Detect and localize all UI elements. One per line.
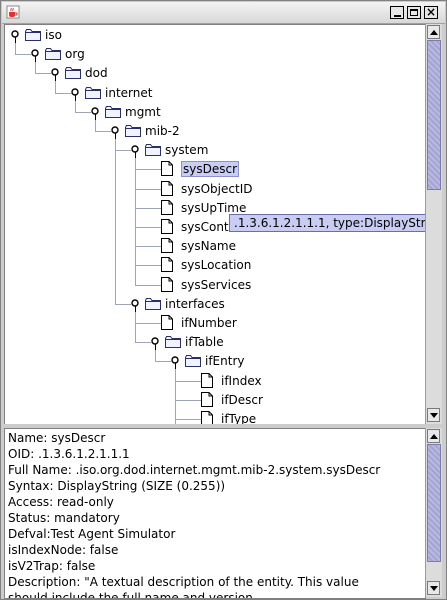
tree-node[interactable]: dod [5, 64, 423, 82]
maximize-button[interactable] [407, 6, 421, 19]
handle-stem [135, 152, 136, 159]
detail-line: Name: sysDescr [8, 431, 106, 445]
scroll-up-button[interactable] [427, 429, 440, 443]
document-icon [161, 199, 173, 215]
detail-line: Defval:Test Agent Simulator [8, 527, 176, 541]
detail-line: Description: "A textual description of t… [8, 575, 359, 589]
tree-node[interactable]: sysObjectID [5, 180, 423, 198]
tree-node-label: interfaces [165, 296, 225, 311]
detail-line: Status: mandatory [8, 511, 120, 525]
details-pane[interactable]: Name: sysDescr OID: .1.3.6.1.2.1.1.1 Full … [4, 428, 426, 599]
handle-stem [175, 363, 176, 370]
folder-icon [125, 125, 141, 137]
tree-node[interactable]: sysName [5, 237, 423, 255]
detail-line: OID: .1.3.6.1.2.1.1.1 [8, 447, 130, 461]
handle-stem [35, 56, 36, 63]
folder-icon [185, 355, 201, 368]
mib-tree[interactable]: iso org dod internet mgmt mib-2 system sysDescr… [4, 24, 426, 426]
handle-stem [155, 344, 156, 351]
tree-node[interactable]: mgmt [5, 103, 423, 121]
tree-node-label: sysObjectID [181, 181, 253, 196]
tree-node-label: sysLocation [181, 258, 252, 273]
tree-node[interactable]: org [5, 45, 423, 63]
folder-icon [45, 48, 61, 61]
detail-line: should include the full name and version [8, 591, 253, 599]
tree-node-label: sysName [181, 239, 237, 254]
folder-icon [85, 86, 101, 99]
minimize-button[interactable] [390, 6, 404, 19]
tree-node-label: internet [105, 85, 153, 100]
folder-icon [145, 297, 161, 310]
handle-stem [75, 94, 76, 101]
tree-node[interactable]: sysLocation [5, 256, 423, 274]
handle-stem [115, 133, 116, 139]
tree-node-label: sysUpTime [181, 200, 247, 215]
document-icon [201, 391, 213, 407]
oid-tooltip: .1.3.6.1.2.1.1.1, type:DisplayString [229, 214, 425, 232]
folder-icon [145, 144, 161, 157]
tree-node-label: ifEntry [205, 354, 245, 369]
detail-line: Access: read-only [8, 495, 114, 509]
handle-stem [15, 37, 16, 43]
tree-node-label: mgmt [125, 104, 161, 119]
scroll-down-button[interactable] [427, 408, 440, 422]
tree-node[interactable]: ifIndex [5, 372, 423, 390]
handle-stem [135, 305, 136, 312]
detail-line: Syntax: DisplayString (SIZE (0.255)) [8, 479, 226, 493]
tree-node[interactable]: mib-2 [5, 122, 423, 140]
tree-node-label: ifTable [185, 335, 224, 350]
folder-icon [105, 105, 121, 118]
detail-line: isV2Trap: false [8, 559, 96, 573]
tree-node-label: org [65, 47, 85, 62]
detail-line: isIndexNode: false [8, 543, 119, 557]
tree-node[interactable]: internet [5, 84, 423, 102]
document-icon [161, 219, 173, 234]
app-window: × iso org dod internet mgmt mib-2 system sysDes… [0, 0, 447, 600]
tree-node-label: mib-2 [145, 124, 180, 138]
folder-icon [25, 29, 41, 41]
java-cup-icon [6, 5, 20, 19]
title-bar[interactable]: × [2, 2, 445, 24]
folder-icon [65, 67, 81, 80]
document-icon [161, 276, 173, 292]
close-icon: × [425, 5, 437, 19]
tree-node[interactable]: interfaces [5, 295, 423, 313]
tree-node-label: ifNumber [181, 316, 237, 330]
tree-node-label: sysServices [181, 277, 252, 292]
tree-node-label: ifDescr [221, 392, 263, 407]
scroll-down-button[interactable] [427, 581, 440, 595]
detail-line: Full Name: .iso.org.dod.internet.mgmt.mi… [8, 463, 381, 477]
tree-node-label: ifIndex [221, 373, 262, 388]
scroll-thumb[interactable] [427, 444, 441, 562]
scroll-thumb[interactable] [427, 40, 441, 190]
handle-stem [95, 113, 96, 120]
tree-node[interactable]: system [5, 141, 423, 159]
handle-stem [55, 75, 56, 82]
tree-scrollbar[interactable] [425, 24, 442, 424]
tree-node-label: iso [45, 28, 62, 42]
tree-node[interactable]: ifEntry [5, 352, 423, 370]
tree-node-label: system [165, 143, 209, 158]
tree-node-label: dod [85, 66, 108, 81]
tree-node[interactable]: ifTable [5, 333, 423, 351]
tree-node[interactable]: iso [5, 26, 423, 44]
document-icon [161, 238, 173, 254]
tree-node[interactable]: ifNumber [5, 314, 423, 332]
folder-icon [165, 336, 181, 349]
tree-node[interactable]: sysServices [5, 276, 423, 294]
close-button[interactable]: × [424, 5, 438, 19]
tree-node[interactable]: ifDescr [5, 391, 423, 409]
document-icon [161, 161, 173, 177]
tree-node-label: sysDescr [181, 161, 240, 178]
document-icon [161, 315, 173, 330]
tree-node[interactable]: sysDescr [5, 160, 423, 178]
details-scrollbar[interactable] [425, 428, 442, 597]
document-icon [161, 180, 173, 196]
document-icon [201, 372, 213, 388]
scroll-up-button[interactable] [427, 25, 440, 39]
document-icon [161, 257, 173, 273]
